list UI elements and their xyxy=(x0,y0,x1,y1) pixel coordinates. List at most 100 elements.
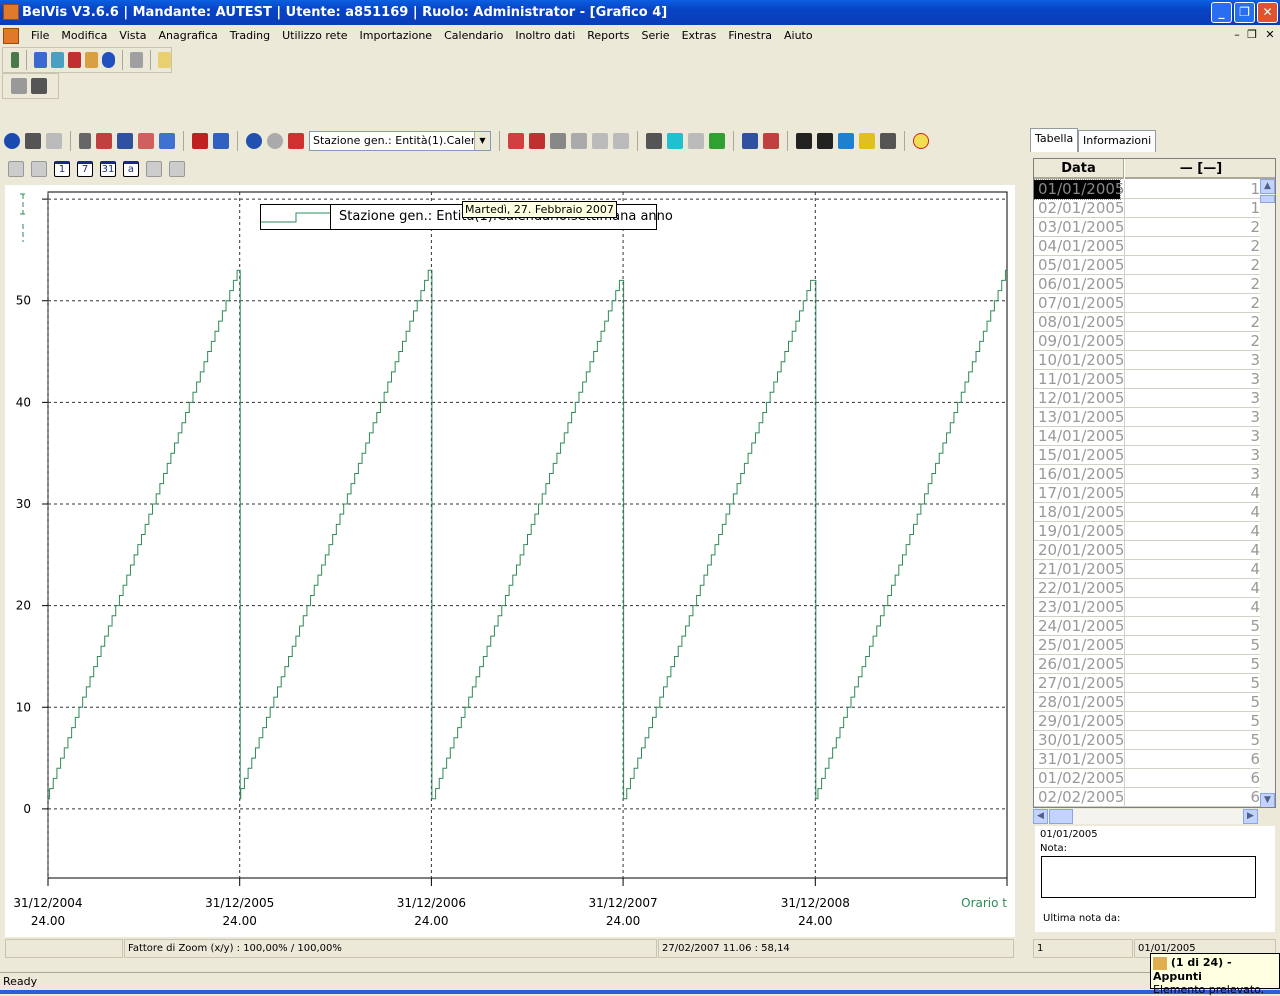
table-row[interactable]: 24/01/2005 5 xyxy=(1034,617,1262,636)
mdi-restore-button[interactable]: ❐ xyxy=(1244,28,1260,41)
transfer-icon[interactable] xyxy=(102,52,116,68)
scroll-thumb[interactable] xyxy=(1260,195,1275,203)
table-row[interactable]: 31/01/2005 6 xyxy=(1034,750,1262,769)
preview-icon[interactable] xyxy=(46,133,62,149)
table-row[interactable]: 28/01/2005 5 xyxy=(1034,693,1262,712)
series-select[interactable]: Stazione gen.: Entità(1).Caler ▼ xyxy=(309,131,491,151)
redo-icon[interactable] xyxy=(613,133,629,149)
menu-extras[interactable]: Extras xyxy=(676,29,723,42)
mdi-close-button[interactable]: ✕ xyxy=(1262,28,1278,41)
menu-finestra[interactable]: Finestra xyxy=(722,29,778,42)
formula-icon[interactable] xyxy=(742,133,758,149)
table-row[interactable]: 13/01/2005 3 xyxy=(1034,408,1262,427)
last-icon[interactable] xyxy=(169,161,185,177)
table-row[interactable]: 26/01/2005 5 xyxy=(1034,655,1262,674)
exit-icon[interactable] xyxy=(11,52,20,68)
table-row[interactable]: 25/01/2005 5 xyxy=(1034,636,1262,655)
adjust-icon[interactable] xyxy=(709,133,725,149)
scroll-up-icon[interactable]: ▲ xyxy=(1260,179,1275,194)
menu-importazione[interactable]: Importazione xyxy=(354,29,439,42)
refresh-icon[interactable] xyxy=(4,133,20,149)
table-row[interactable]: 05/01/2005 2 xyxy=(1034,256,1262,275)
tools-icon[interactable] xyxy=(68,52,82,68)
menu-calendario[interactable]: Calendario xyxy=(438,29,509,42)
menu-modifica[interactable]: Modifica xyxy=(55,29,113,42)
axis-icon[interactable] xyxy=(79,133,91,149)
menu-aiuto[interactable]: Aiuto xyxy=(778,29,819,42)
trend-icon[interactable] xyxy=(763,133,779,149)
export-icon[interactable] xyxy=(508,133,524,149)
table-row[interactable]: 01/01/2005 1 xyxy=(1034,179,1262,200)
table-row[interactable]: 06/01/2005 2 xyxy=(1034,275,1262,294)
table-row[interactable]: 12/01/2005 3 xyxy=(1034,389,1262,408)
note-textarea[interactable] xyxy=(1041,856,1256,898)
info-icon[interactable] xyxy=(838,133,854,149)
table-row[interactable]: 27/01/2005 5 xyxy=(1034,674,1262,693)
day-button[interactable]: 1 xyxy=(54,161,70,177)
table-row[interactable]: 14/01/2005 3 xyxy=(1034,427,1262,446)
tab-tabella[interactable]: Tabella xyxy=(1030,128,1079,152)
print-icon[interactable] xyxy=(31,78,47,94)
table-row[interactable]: 02/01/2005 1 xyxy=(1034,199,1262,218)
pointer-icon[interactable] xyxy=(688,133,704,149)
goto-icon[interactable] xyxy=(880,133,896,149)
table-row[interactable]: 09/01/2005 2 xyxy=(1034,332,1262,351)
undo-icon[interactable] xyxy=(592,133,608,149)
calendar-nav-icon[interactable] xyxy=(646,133,662,149)
highlight-icon[interactable] xyxy=(667,133,683,149)
next-icon[interactable] xyxy=(146,161,162,177)
table-row[interactable]: 18/01/2005 4 xyxy=(1034,503,1262,522)
prev-icon[interactable] xyxy=(31,161,47,177)
copy-icon[interactable] xyxy=(130,52,144,68)
move-icon[interactable] xyxy=(529,133,545,149)
menu-file[interactable]: File xyxy=(25,29,55,42)
month-button[interactable]: 31 xyxy=(100,161,116,177)
zoom-out-icon[interactable] xyxy=(267,133,283,149)
menu-inoltro-dati[interactable]: Inoltro dati xyxy=(509,29,581,42)
menu-serie[interactable]: Serie xyxy=(635,29,675,42)
menu-vista[interactable]: Vista xyxy=(113,29,152,42)
pan-icon[interactable] xyxy=(550,133,566,149)
table-row[interactable]: 16/01/2005 3 xyxy=(1034,465,1262,484)
table-row[interactable]: 17/01/2005 4 xyxy=(1034,484,1262,503)
scroll-down-icon[interactable]: ▼ xyxy=(1260,793,1275,807)
tab-informazioni[interactable]: Informazioni xyxy=(1078,130,1157,152)
table-row[interactable]: 29/01/2005 5 xyxy=(1034,712,1262,731)
close-button[interactable]: ✕ xyxy=(1257,2,1278,23)
table-row[interactable]: 10/01/2005 3 xyxy=(1034,351,1262,370)
chart-new-icon[interactable] xyxy=(51,52,65,68)
alarm-icon[interactable] xyxy=(913,133,929,149)
table-row[interactable]: 04/01/2005 2 xyxy=(1034,237,1262,256)
scroll-left-icon[interactable]: ◀ xyxy=(1033,809,1048,824)
search-icon[interactable] xyxy=(157,52,172,68)
table-row[interactable]: 20/01/2005 4 xyxy=(1034,541,1262,560)
horizontal-scrollbar[interactable]: ◀ ▶ xyxy=(1033,809,1258,824)
save-icon[interactable] xyxy=(11,78,27,94)
lines-icon[interactable] xyxy=(138,133,154,149)
minimize-button[interactable]: _ xyxy=(1211,2,1232,23)
table-row[interactable]: 01/02/2005 6 xyxy=(1034,769,1262,788)
menu-trading[interactable]: Trading xyxy=(224,29,276,42)
list-icon[interactable] xyxy=(117,133,133,149)
chart-grid-icon[interactable] xyxy=(213,133,229,149)
chevron-down-icon[interactable]: ▼ xyxy=(474,132,490,150)
first-icon[interactable] xyxy=(8,161,24,177)
column-header-value[interactable]: — [—] xyxy=(1125,159,1275,179)
table-row[interactable]: 02/02/2005 6 xyxy=(1034,788,1262,807)
table-row[interactable]: 22/01/2005 4 xyxy=(1034,579,1262,598)
vertical-scrollbar[interactable]: ▲ ▼ xyxy=(1260,179,1275,807)
restore-button[interactable]: ❐ xyxy=(1234,2,1255,23)
camera-icon[interactable] xyxy=(859,133,875,149)
edit-icon[interactable] xyxy=(571,133,587,149)
chart-type-icon[interactable] xyxy=(96,133,112,149)
legend-icon[interactable] xyxy=(159,133,175,149)
grid-icon[interactable] xyxy=(192,133,208,149)
table-row[interactable]: 07/01/2005 2 xyxy=(1034,294,1262,313)
table-row[interactable]: 15/01/2005 3 xyxy=(1034,446,1262,465)
table-row[interactable]: 19/01/2005 4 xyxy=(1034,522,1262,541)
next-point-icon[interactable] xyxy=(817,133,833,149)
menu-utilizzo-rete[interactable]: Utilizzo rete xyxy=(276,29,353,42)
table-row[interactable]: 21/01/2005 4 xyxy=(1034,560,1262,579)
table-row[interactable]: 30/01/2005 5 xyxy=(1034,731,1262,750)
wizard-icon[interactable] xyxy=(85,52,99,68)
